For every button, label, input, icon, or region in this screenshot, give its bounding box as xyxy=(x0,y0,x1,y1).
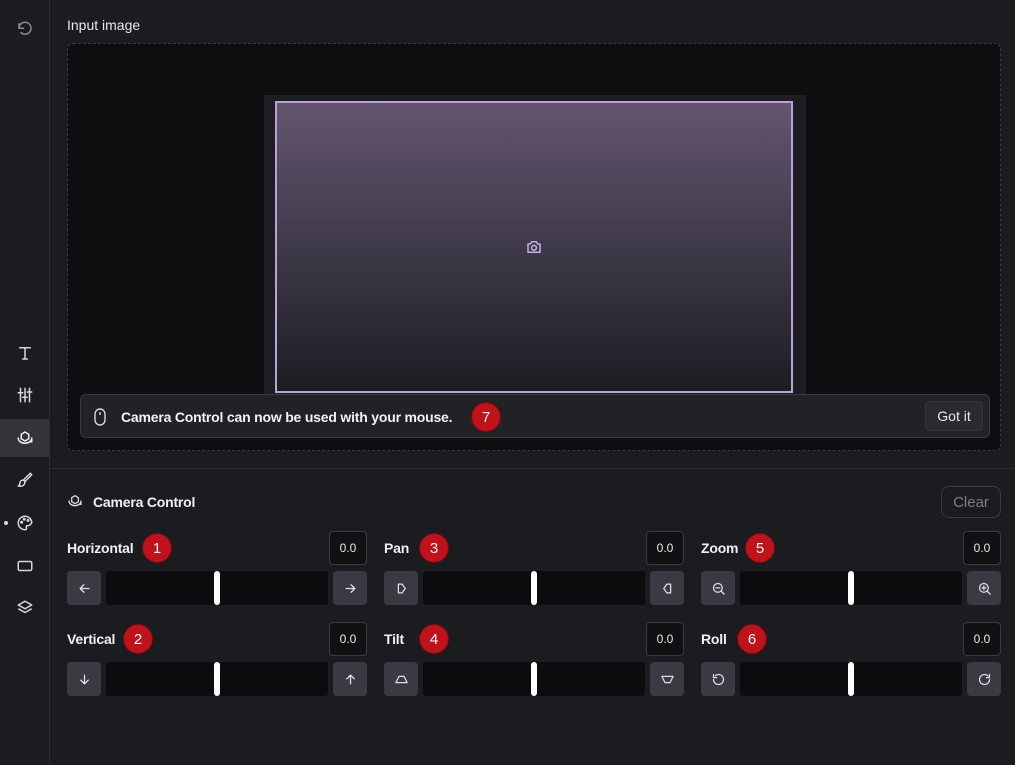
arrow-down-icon xyxy=(79,674,89,684)
camera-control-icon xyxy=(17,431,32,444)
vertical-value[interactable]: 0.0 xyxy=(329,622,367,656)
arrow-up-icon xyxy=(345,674,355,684)
horizontal-decrease-button[interactable] xyxy=(67,571,101,605)
brush-icon xyxy=(17,472,32,487)
arrow-left-icon xyxy=(79,583,89,593)
roll-value[interactable]: 0.0 xyxy=(963,622,1001,656)
tilt-up-icon xyxy=(394,675,408,683)
zoom-slider[interactable] xyxy=(740,571,962,605)
mouse-icon xyxy=(94,408,106,426)
sidebar xyxy=(0,0,50,765)
arrow-right-icon xyxy=(345,583,355,593)
roll-slider-thumb[interactable] xyxy=(848,662,854,696)
camera-control-button[interactable] xyxy=(0,419,49,457)
zoom-slider-thumb[interactable] xyxy=(848,571,854,605)
tilt-slider-thumb[interactable] xyxy=(531,662,537,696)
pan-slider[interactable] xyxy=(423,571,645,605)
zoom-out-icon xyxy=(712,582,725,595)
horizontal-value[interactable]: 0.0 xyxy=(329,531,367,565)
tilt-down-icon xyxy=(660,675,674,683)
aspect-ratio-icon xyxy=(17,560,32,572)
tilt-slider[interactable] xyxy=(423,662,645,696)
camera-control-title: Camera Control xyxy=(93,494,196,510)
text-tool-button[interactable] xyxy=(0,334,49,372)
rotate-right-icon xyxy=(978,673,990,685)
notice-text: Camera Control can now be used with your… xyxy=(121,409,453,425)
roll-decrease-button[interactable] xyxy=(701,662,735,696)
roll-label: Roll xyxy=(701,631,727,647)
palette-icon xyxy=(17,515,33,531)
layers-icon xyxy=(17,600,32,614)
roll-slider[interactable] xyxy=(740,662,962,696)
clear-button[interactable]: Clear xyxy=(941,486,1001,518)
palette-tool-button[interactable] xyxy=(0,504,49,542)
undo-icon xyxy=(17,21,32,35)
pan-label: Pan xyxy=(384,540,410,556)
brush-tool-button[interactable] xyxy=(0,461,49,499)
mouse-control-notice: Camera Control can now be used with your… xyxy=(80,394,990,438)
zoom-increase-button[interactable] xyxy=(967,571,1001,605)
image-drop-area[interactable]: Camera Control can now be used with your… xyxy=(67,43,1001,451)
tilt-value[interactable]: 0.0 xyxy=(646,622,684,656)
got-it-button[interactable]: Got it xyxy=(925,401,983,431)
pan-decrease-button[interactable] xyxy=(384,571,418,605)
rotate-left-icon xyxy=(712,673,724,685)
image-frame-outer xyxy=(264,95,806,395)
input-image-title: Input image xyxy=(67,17,141,33)
image-preview[interactable] xyxy=(275,101,793,393)
pan-slider-thumb[interactable] xyxy=(531,571,537,605)
pan-value[interactable]: 0.0 xyxy=(646,531,684,565)
horizontal-slider[interactable] xyxy=(106,571,328,605)
camera-control-icon xyxy=(68,495,82,507)
layers-button[interactable] xyxy=(0,589,49,627)
zoom-in-icon xyxy=(978,582,991,595)
callout-badge-7: 7 xyxy=(472,403,500,431)
horizontal-increase-button[interactable] xyxy=(333,571,367,605)
vertical-slider[interactable] xyxy=(106,662,328,696)
callout-badge-2: 2 xyxy=(124,625,152,653)
section-divider xyxy=(51,468,1015,469)
callout-badge-4: 4 xyxy=(420,625,448,653)
vertical-label: Vertical xyxy=(67,631,116,647)
vertical-increase-button[interactable] xyxy=(333,662,367,696)
pan-increase-button[interactable] xyxy=(650,571,684,605)
vertical-slider-thumb[interactable] xyxy=(214,662,220,696)
tilt-increase-button[interactable] xyxy=(650,662,684,696)
horizontal-label: Horizontal xyxy=(67,540,134,556)
sliders-icon xyxy=(17,387,32,403)
tilt-label: Tilt xyxy=(384,631,404,647)
callout-badge-6: 6 xyxy=(738,625,766,653)
vertical-decrease-button[interactable] xyxy=(67,662,101,696)
zoom-label: Zoom xyxy=(701,540,739,556)
pan-right-icon xyxy=(662,583,671,593)
zoom-decrease-button[interactable] xyxy=(701,571,735,605)
tilt-decrease-button[interactable] xyxy=(384,662,418,696)
callout-badge-5: 5 xyxy=(746,534,774,562)
zoom-value[interactable]: 0.0 xyxy=(963,531,1001,565)
horizontal-slider-thumb[interactable] xyxy=(214,571,220,605)
undo-button[interactable] xyxy=(0,10,49,48)
aspect-ratio-button[interactable] xyxy=(0,547,49,585)
adjustments-button[interactable] xyxy=(0,376,49,414)
camera-icon xyxy=(527,241,541,253)
text-icon xyxy=(18,347,31,360)
pan-left-icon xyxy=(397,583,406,593)
callout-badge-3: 3 xyxy=(420,534,448,562)
roll-increase-button[interactable] xyxy=(967,662,1001,696)
callout-badge-1: 1 xyxy=(143,534,171,562)
